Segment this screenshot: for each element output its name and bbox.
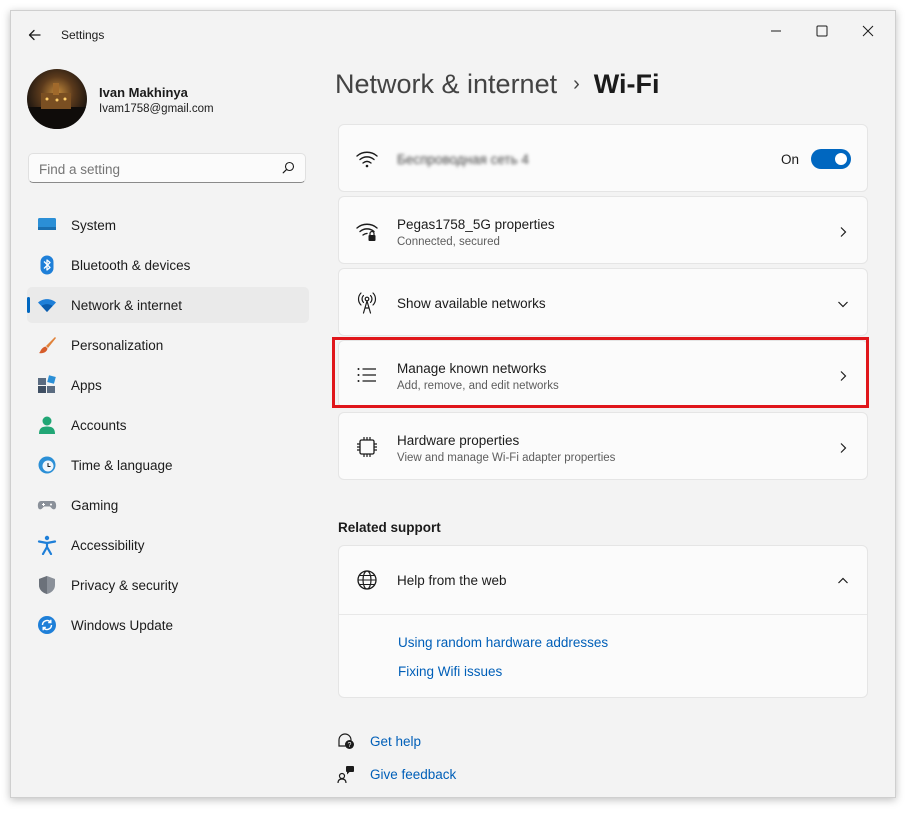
breadcrumb: Network & internet › Wi-Fi <box>335 69 660 100</box>
close-icon[interactable] <box>845 17 891 45</box>
get-help-link[interactable]: Get help <box>370 734 421 749</box>
divider <box>339 614 867 615</box>
settings-window: Settings Ivan Makhinya Ivam1758@gmail.co… <box>10 10 896 798</box>
chevron-down-icon <box>837 297 849 309</box>
link-random-hardware-addresses[interactable]: Using random hardware addresses <box>398 635 608 650</box>
hardware-properties-subtitle: View and manage Wi-Fi adapter properties <box>397 452 616 464</box>
gamepad-icon <box>37 495 57 515</box>
avatar[interactable] <box>27 69 87 129</box>
antenna-icon <box>355 291 379 315</box>
feedback-icon <box>337 765 355 788</box>
sidebar-item-accessibility[interactable]: Accessibility <box>27 527 309 563</box>
sidebar-item-network[interactable]: Network & internet <box>27 287 309 323</box>
show-available-networks-row[interactable]: Show available networks <box>338 268 868 336</box>
app-title: Settings <box>61 28 105 42</box>
breadcrumb-parent[interactable]: Network & internet <box>335 69 557 99</box>
sidebar-item-accounts[interactable]: Accounts <box>27 407 309 443</box>
sidebar-item-windows-update[interactable]: Windows Update <box>27 607 309 643</box>
sidebar-nav: System Bluetooth & devices Network & int… <box>27 207 309 647</box>
title-bar: Settings <box>11 11 895 55</box>
accessibility-icon <box>37 535 57 556</box>
clock-globe-icon <box>37 455 57 475</box>
sidebar-item-label: Accounts <box>71 418 127 433</box>
chevron-up-icon <box>837 574 849 586</box>
network-properties-subtitle: Connected, secured <box>397 236 500 248</box>
system-icon <box>37 215 57 235</box>
link-fixing-wifi-issues[interactable]: Fixing Wifi issues <box>398 664 502 679</box>
sidebar-item-label: Windows Update <box>71 618 174 633</box>
page-title: Wi-Fi <box>593 69 660 99</box>
sidebar-item-label: Gaming <box>71 498 119 513</box>
search-input[interactable] <box>39 159 269 179</box>
hardware-properties-title: Hardware properties <box>397 433 520 448</box>
sidebar-item-apps[interactable]: Apps <box>27 367 309 403</box>
wifi-icon <box>37 295 57 315</box>
sidebar-item-label: Privacy & security <box>71 578 179 593</box>
hardware-properties-row[interactable]: Hardware properties View and manage Wi-F… <box>338 412 868 480</box>
sidebar-item-bluetooth[interactable]: Bluetooth & devices <box>27 247 309 283</box>
sidebar-item-label: Apps <box>71 378 102 393</box>
sidebar-item-label: System <box>71 218 117 233</box>
shield-icon <box>37 575 57 595</box>
apps-icon <box>37 375 57 395</box>
svg-text:?: ? <box>348 742 352 749</box>
wifi-toggle-label: On <box>780 152 799 167</box>
highlight-box <box>332 337 869 408</box>
accounts-icon <box>37 415 57 435</box>
sidebar-item-gaming[interactable]: Gaming <box>27 487 309 523</box>
search-icon[interactable] <box>282 161 295 179</box>
sidebar-item-time-language[interactable]: Time & language <box>27 447 309 483</box>
breadcrumb-separator: › <box>573 73 580 95</box>
help-icon: ? <box>337 732 355 755</box>
wifi-toggle-card: Беспроводная сеть 4 On <box>338 124 868 192</box>
give-feedback-link[interactable]: Give feedback <box>370 767 456 782</box>
sidebar-item-label: Bluetooth & devices <box>71 258 191 273</box>
wifi-toggle[interactable] <box>811 149 851 169</box>
update-icon <box>37 615 57 635</box>
chevron-right-icon <box>837 441 849 453</box>
sidebar-item-label: Personalization <box>71 338 164 353</box>
sidebar-item-label: Network & internet <box>71 298 183 313</box>
help-from-web-title: Help from the web <box>397 573 507 588</box>
wifi-secured-icon <box>355 219 379 243</box>
sidebar-item-privacy[interactable]: Privacy & security <box>27 567 309 603</box>
wifi-signal-icon <box>355 147 379 171</box>
network-properties-row[interactable]: Pegas1758_5G properties Connected, secur… <box>338 196 868 264</box>
related-support-title: Related support <box>338 520 441 535</box>
help-from-web-header[interactable]: Help from the web <box>339 546 867 614</box>
bluetooth-icon <box>37 255 57 275</box>
user-name: Ivan Makhinya <box>99 85 188 100</box>
chip-icon <box>355 435 379 459</box>
wifi-adapter-name: Беспроводная сеть 4 <box>397 152 529 167</box>
back-arrow-icon[interactable] <box>25 25 45 45</box>
network-properties-title: Pegas1758_5G properties <box>397 217 555 232</box>
sidebar-item-personalization[interactable]: Personalization <box>27 327 309 363</box>
brush-icon <box>37 335 57 355</box>
sidebar-item-system[interactable]: System <box>27 207 309 243</box>
help-from-web-card: Help from the web Using random hardware … <box>338 545 868 698</box>
show-available-networks-title: Show available networks <box>397 296 546 311</box>
chevron-right-icon <box>837 225 849 237</box>
sidebar-item-label: Accessibility <box>71 538 145 553</box>
sidebar-item-label: Time & language <box>71 458 173 473</box>
search-box[interactable] <box>28 153 306 183</box>
minimize-icon[interactable] <box>753 17 799 45</box>
user-email: Ivam1758@gmail.com <box>99 103 214 115</box>
globe-icon <box>355 568 379 592</box>
maximize-icon[interactable] <box>799 17 845 45</box>
